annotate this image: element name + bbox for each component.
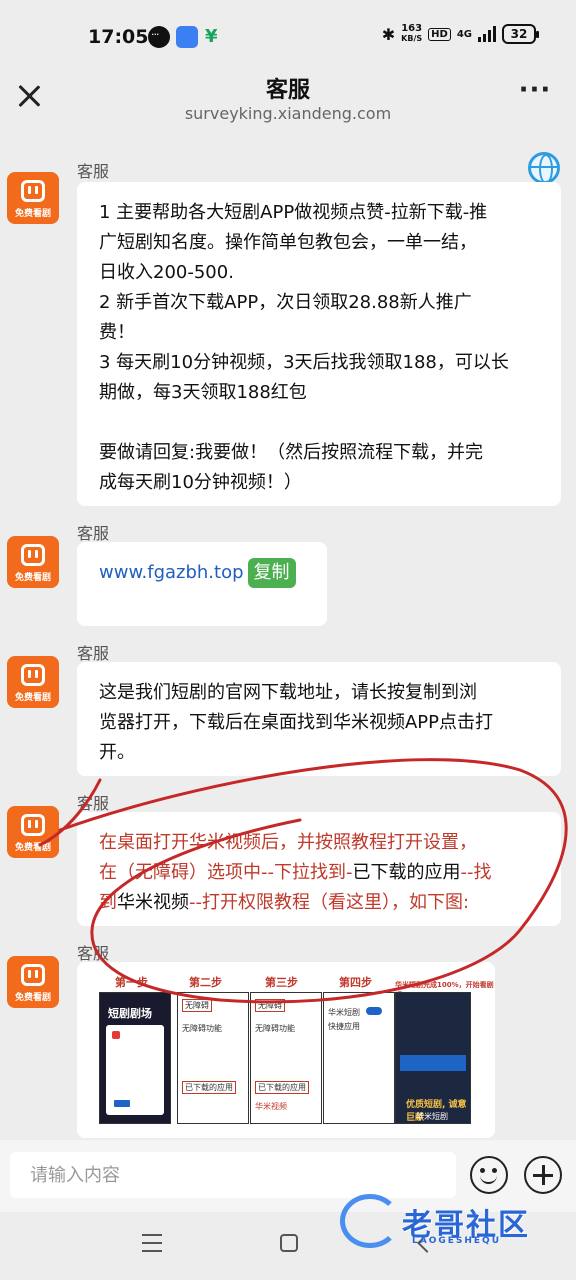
step3-box: 无障碍: [255, 999, 285, 1012]
app-store-icon: [176, 26, 198, 48]
recent-apps-icon[interactable]: [142, 1234, 162, 1252]
message-segment: 在（无障碍）选项中--下拉找到-: [99, 862, 353, 883]
step4-app: 华米短剧: [328, 1008, 360, 1017]
message-bubble[interactable]: 在桌面打开华米视频后，并按照教程打开设置， 在（无障碍）选项中--下拉找到-已下…: [77, 812, 561, 926]
message-segment: 华米视频: [117, 892, 189, 913]
message-segment: --打开权限教程（看这里），如下图:: [189, 892, 470, 913]
tutorial-step-2: 无障碍 无障碍功能 已下载的应用: [177, 992, 249, 1124]
step-label: 第一步: [115, 976, 148, 989]
net-speed: 163 KB/S: [401, 24, 422, 44]
status-bar: 17:05 ¥ ✱ 163 KB/S HD 4G 32: [0, 0, 576, 72]
page-url: surveyking.xiandeng.com: [184, 104, 392, 123]
message-segment: --找: [460, 862, 492, 883]
copy-button[interactable]: 复制: [247, 558, 296, 588]
chat-area[interactable]: 免费看剧 客服 1 主要帮助各大短剧APP做视频点赞-拉新下载-推 广短剧知名度…: [0, 132, 576, 1140]
toggle-switch: [366, 1007, 382, 1015]
tv-logo-icon: [21, 964, 45, 986]
avatar-text: 免费看剧: [14, 993, 51, 1003]
message-line: 这是我们短剧的官网下载地址，请长按复制到浏: [99, 682, 477, 703]
tutorial-step-1: 短剧剧场: [99, 992, 171, 1124]
message-line: 广短剧知名度。操作简单包教包会，一单一结，: [99, 232, 477, 253]
message-line: 要做请回复:我要做！（然后按照流程下载，并完: [99, 442, 484, 463]
sender-name: 客服: [77, 944, 110, 963]
avatar[interactable]: 免费看剧: [7, 956, 59, 1008]
money-app-icon: ¥: [205, 26, 218, 47]
progress-banner: [400, 1055, 466, 1071]
step-label: 第四步: [339, 976, 372, 989]
hd-badge: HD: [428, 27, 451, 41]
message-line: 日收入200-500.: [99, 262, 234, 283]
sender-name: 客服: [77, 524, 110, 543]
message-segment: 已下载的应用: [352, 862, 461, 883]
sender-name: 客服: [77, 162, 110, 181]
avatar-text: 免费看剧: [14, 209, 51, 219]
page-title: 客服: [265, 78, 310, 103]
watermark: 老哥社区 LAOGESHEQU: [340, 1188, 576, 1252]
step3-highlight: 已下载的应用: [255, 1081, 309, 1094]
avatar[interactable]: 免费看剧: [7, 806, 59, 858]
tv-logo-icon: [21, 664, 45, 686]
sender-name: 客服: [77, 644, 110, 663]
step3-app: 华米视频: [255, 1102, 287, 1111]
tutorial-image[interactable]: 第一步 第二步 第三步 第四步 华米短剧完成100%，开始看剧吧 短剧剧场 无障…: [77, 962, 495, 1138]
message-segment: 到: [99, 892, 117, 913]
avatar[interactable]: 免费看剧: [7, 172, 59, 224]
tutorial-step-5: 优质短剧, 诚意巨献 华米短剧: [395, 992, 471, 1124]
battery-icon: 32: [502, 24, 539, 44]
step-label: 第三步: [265, 976, 298, 989]
message-line: 成每天刷10分钟视频！）: [99, 472, 302, 493]
message-bubble[interactable]: www.fgazbh.top 复制: [77, 542, 327, 626]
message-line: 2 新手首次下载APP，次日领取28.88新人推广: [99, 292, 472, 313]
step-label: 第二步: [189, 976, 222, 989]
tv-logo-icon: [21, 544, 45, 566]
avatar[interactable]: 免费看剧: [7, 656, 59, 708]
message-line: 1 主要帮助各大短剧APP做视频点赞-拉新下载-推: [99, 202, 488, 223]
avatar-text: 免费看剧: [14, 843, 51, 853]
globe-icon[interactable]: [528, 152, 560, 184]
avatar[interactable]: 免费看剧: [7, 536, 59, 588]
status-indicators: ✱ 163 KB/S HD 4G 32: [381, 24, 539, 44]
signal-icon: [478, 26, 496, 42]
step2-highlight: 已下载的应用: [182, 1081, 236, 1094]
net-speed-unit: KB/S: [401, 34, 423, 43]
tv-logo-icon: [21, 180, 45, 202]
avatar-text: 免费看剧: [14, 573, 51, 583]
permission-dialog: [106, 1025, 164, 1115]
step2-box: 无障碍: [182, 999, 212, 1012]
tutorial-step-4: 华米短剧 快捷应用: [323, 992, 395, 1124]
message-bubble[interactable]: 这是我们短剧的官网下载地址，请长按复制到浏 览器打开，下载后在桌面找到华米视频A…: [77, 662, 561, 776]
message-line: 开。: [99, 742, 135, 763]
sender-name: 客服: [77, 794, 110, 813]
message-line: 到华米视频--打开权限教程（看这里），如下图:: [99, 888, 539, 918]
avatar-text: 免费看剧: [14, 693, 51, 703]
status-time: 17:05: [88, 26, 149, 48]
network-type: 4G: [456, 28, 472, 40]
download-link[interactable]: www.fgazbh.top: [99, 562, 244, 583]
step2-item: 无障碍功能: [182, 1024, 222, 1033]
message-line: 在桌面打开华米视频后，并按照教程打开设置，: [99, 832, 477, 853]
message-bubble[interactable]: 1 主要帮助各大短剧APP做视频点赞-拉新下载-推 广短剧知名度。操作简单包教包…: [77, 182, 561, 506]
step1-title: 短剧剧场: [108, 1007, 152, 1020]
tv-logo-icon: [21, 814, 45, 836]
message-line: [99, 408, 539, 438]
message-line: 费！: [99, 322, 135, 343]
step3-item: 无障碍功能: [255, 1024, 295, 1033]
dragon-logo-icon: [340, 1194, 400, 1248]
step4-item: 快捷应用: [328, 1022, 360, 1031]
step5-brand: 华米短剧: [416, 1112, 448, 1121]
home-icon[interactable]: [280, 1234, 298, 1252]
watermark-subtext: LAOGESHEQU: [412, 1236, 502, 1246]
message-line: 览器打开，下载后在桌面找到华米视频APP点击打: [99, 712, 494, 733]
more-options-button[interactable]: ···: [518, 77, 552, 110]
tutorial-step-3: 无障碍 无障碍功能 已下载的应用 华米视频: [250, 992, 322, 1124]
chat-bubble-icon: [148, 26, 170, 48]
message-line: 3 每天刷10分钟视频，3天后找我领取188，可以长: [99, 352, 509, 373]
message-line: 期做，每3天领取188红包: [99, 382, 307, 403]
message-line: 在（无障碍）选项中--下拉找到-已下载的应用--找: [99, 858, 539, 888]
net-speed-value: 163: [401, 23, 423, 34]
header: 客服 surveyking.xiandeng.com ···: [0, 72, 576, 132]
bluetooth-icon: ✱: [381, 24, 396, 44]
